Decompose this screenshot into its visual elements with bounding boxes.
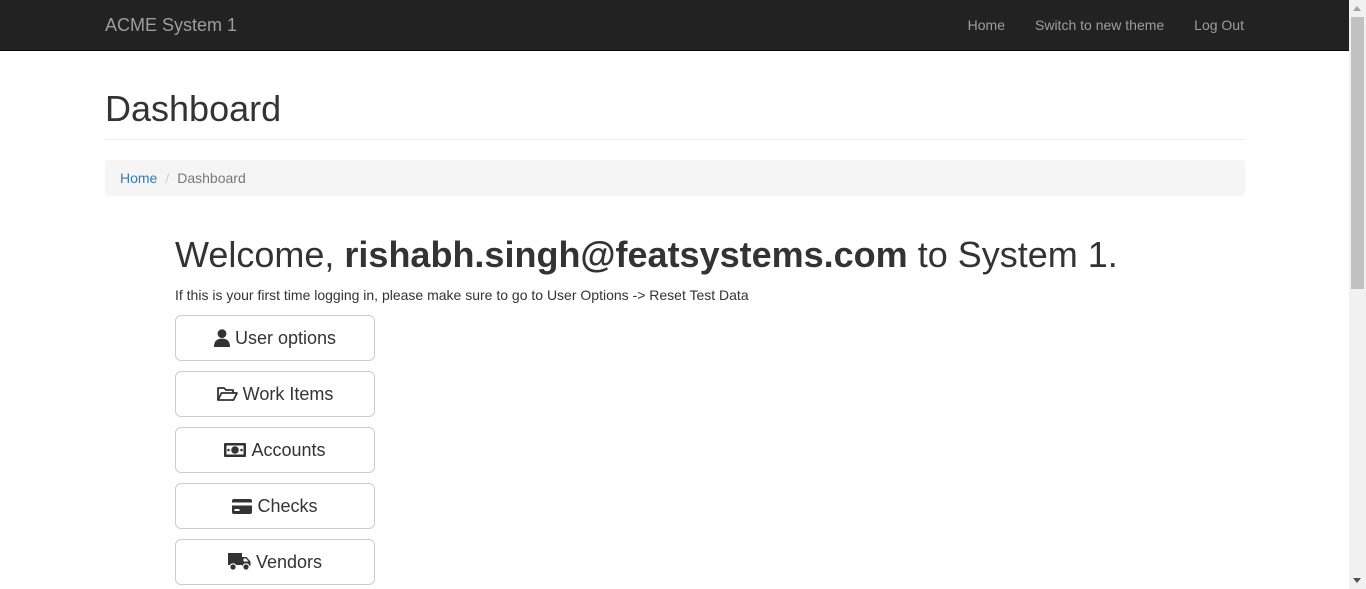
breadcrumb-separator: / <box>165 170 170 186</box>
scroll-up-arrow-icon[interactable] <box>1353 6 1361 11</box>
user-options-button[interactable]: User options <box>175 315 375 361</box>
money-icon <box>224 443 247 457</box>
scrollbar-thumb[interactable] <box>1351 17 1364 289</box>
welcome-prefix: Welcome, <box>175 234 335 275</box>
user-options-label: User options <box>234 327 337 348</box>
nav-logout-link[interactable]: Log Out <box>1194 16 1244 34</box>
credit-card-icon <box>232 498 253 514</box>
welcome-user-email: rishabh.singh@featsystems.com <box>344 234 908 275</box>
accounts-button[interactable]: Accounts <box>175 427 375 473</box>
folder-open-icon <box>216 386 238 402</box>
breadcrumb-home-link[interactable]: Home <box>120 170 157 186</box>
nav-home-link[interactable]: Home <box>968 16 1005 34</box>
top-navbar: ACME System 1 Home Switch to new theme L… <box>0 0 1349 51</box>
accounts-label: Accounts <box>251 439 326 460</box>
welcome-heading: Welcome, rishabh.singh@featsystems.com t… <box>175 234 1118 276</box>
breadcrumb: Home / Dashboard <box>105 160 1245 196</box>
page-header: Dashboard <box>105 88 1245 140</box>
checks-button[interactable]: Checks <box>175 483 375 529</box>
work-items-label: Work Items <box>242 383 334 404</box>
breadcrumb-current: Dashboard <box>177 170 246 186</box>
page-title: Dashboard <box>105 88 282 129</box>
nav-switch-theme-link[interactable]: Switch to new theme <box>1035 16 1164 34</box>
vendors-button[interactable]: Vendors <box>175 539 375 585</box>
checks-label: Checks <box>257 495 318 516</box>
welcome-suffix: to System 1. <box>917 234 1118 275</box>
brand-link[interactable]: ACME System 1 <box>105 14 237 36</box>
work-items-button[interactable]: Work Items <box>175 371 375 417</box>
first-login-note: If this is your first time logging in, p… <box>175 287 749 303</box>
scroll-down-arrow-icon[interactable] <box>1353 578 1361 583</box>
nav-links: Home Switch to new theme Log Out <box>938 16 1244 34</box>
user-icon <box>213 329 230 347</box>
vertical-scrollbar[interactable] <box>1349 0 1366 589</box>
truck-icon <box>227 553 251 571</box>
vendors-label: Vendors <box>255 551 323 572</box>
